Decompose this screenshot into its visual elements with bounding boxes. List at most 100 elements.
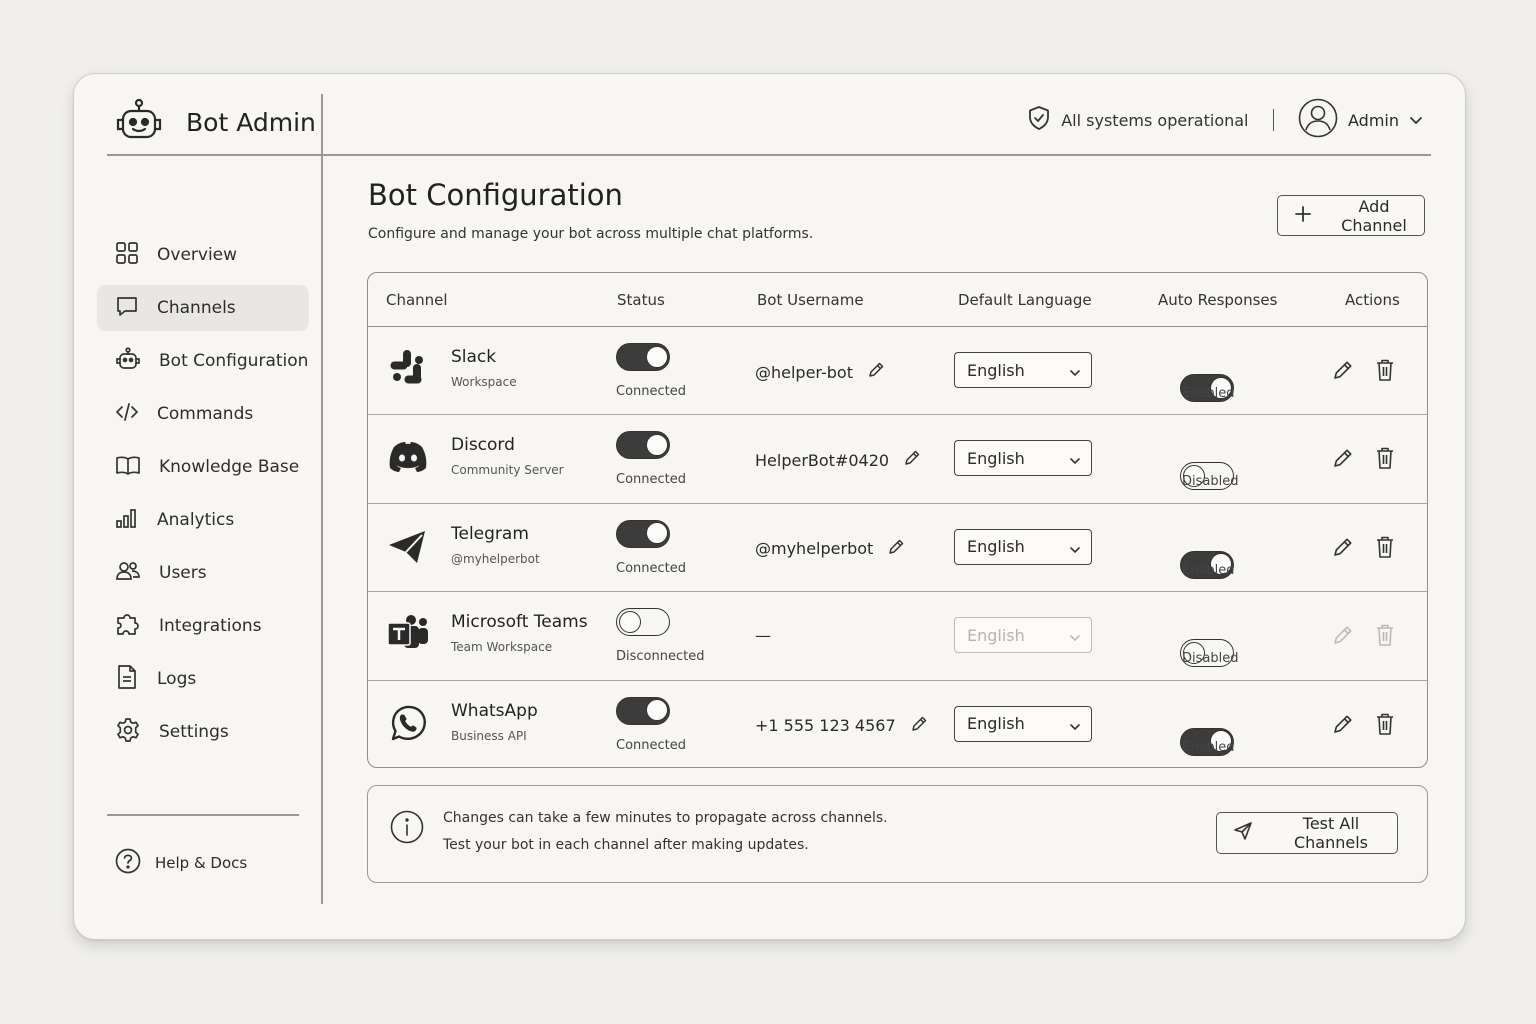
table-row: WhatsApp Business API Connected +1 555 1… <box>368 681 1427 767</box>
bot-username: HelperBot#0420 <box>755 449 921 471</box>
sidebar-item-knowledge-base[interactable]: Knowledge Base <box>97 444 309 490</box>
grid-icon <box>115 241 139 270</box>
sidebar-item-bot-configuration[interactable]: Bot Configuration <box>97 338 309 384</box>
test-all-channels-button[interactable]: Test All Channels <box>1216 812 1398 854</box>
status-toggle[interactable] <box>616 608 670 637</box>
language-value: English <box>967 360 1025 380</box>
column-header-default-language: Default Language <box>958 291 1092 309</box>
edit-username-pencil-icon[interactable] <box>910 715 928 737</box>
language-select: English <box>954 617 1092 654</box>
sidebar-item-overview[interactable]: Overview <box>97 232 309 278</box>
column-header-channel: Channel <box>386 291 448 309</box>
bot-username-text: +1 555 123 4567 <box>755 716 896 736</box>
sidebar-separator <box>107 814 299 816</box>
discord-icon <box>386 435 430 479</box>
users-icon <box>115 559 141 588</box>
sidebar-nav: Overview Channels Bot Configuration Comm… <box>97 232 309 762</box>
trash-icon[interactable] <box>1375 446 1395 474</box>
bot-username: +1 555 123 4567 <box>755 715 928 737</box>
gear-icon <box>115 717 141 748</box>
sidebar-item-users[interactable]: Users <box>97 550 309 596</box>
edit-username-pencil-icon[interactable] <box>903 449 921 471</box>
channel-name: WhatsApp <box>451 700 538 721</box>
trash-icon[interactable] <box>1375 712 1395 740</box>
language-select[interactable]: English <box>954 705 1092 742</box>
sidebar-item-logs[interactable]: Logs <box>97 656 309 702</box>
sidebar-item-label: Overview <box>157 245 238 265</box>
column-header-actions: Actions <box>1345 291 1400 309</box>
bot-username: @myhelperbot <box>755 538 905 560</box>
avatar <box>1298 98 1338 142</box>
app-title: Bot Admin <box>186 107 316 137</box>
chevron-down-icon <box>1069 451 1081 470</box>
auto-responses-label: Disabled <box>1182 651 1239 667</box>
book-icon <box>115 453 141 482</box>
app-window: Bot Admin All systems operational Admin <box>73 73 1466 940</box>
sidebar-item-integrations[interactable]: Integrations <box>97 603 309 649</box>
edit-pencil-icon[interactable] <box>1332 359 1354 385</box>
chat-bubble-icon <box>115 294 139 323</box>
table-row: Discord Community Server Connected Helpe… <box>368 415 1427 504</box>
trash-icon[interactable] <box>1375 535 1395 563</box>
channel-name: Telegram <box>451 523 529 544</box>
system-status: All systems operational <box>1027 105 1249 135</box>
sidebar-item-channels[interactable]: Channels <box>97 285 309 331</box>
system-status-text: All systems operational <box>1061 110 1249 130</box>
trash-icon[interactable] <box>1375 358 1395 386</box>
channel-subtitle: @myhelperbot <box>451 551 540 566</box>
question-circle-icon <box>115 848 141 878</box>
language-value: English <box>967 714 1025 734</box>
chevron-down-icon <box>1409 111 1423 130</box>
bot-username: — <box>755 626 771 645</box>
status-label: Connected <box>616 384 687 399</box>
table-row: Microsoft Teams Team Workspace Disconnec… <box>368 592 1427 681</box>
language-value: English <box>967 537 1025 557</box>
edit-pencil-icon[interactable] <box>1332 536 1354 562</box>
edit-username-pencil-icon[interactable] <box>887 538 905 560</box>
table-row: Slack Workspace Connected @helper-bot En… <box>368 327 1427 416</box>
brand[interactable]: Bot Admin <box>114 98 316 146</box>
sidebar-item-settings[interactable]: Settings <box>97 709 309 755</box>
whatsapp-icon <box>386 701 430 745</box>
sidebar-item-commands[interactable]: Commands <box>97 391 309 437</box>
robot-logo-icon <box>114 98 164 146</box>
bot-username-text: HelperBot#0420 <box>755 450 890 470</box>
bot-username-text: @helper-bot <box>755 362 853 382</box>
page-subtitle: Configure and manage your bot across mul… <box>368 226 814 242</box>
user-name: Admin <box>1348 110 1399 130</box>
sidebar-item-label: Channels <box>157 298 236 318</box>
teams-icon <box>386 612 430 656</box>
language-select[interactable]: English <box>954 440 1092 477</box>
status-label: Connected <box>616 472 687 488</box>
table-row: Telegram @myhelperbot Connected @myhelpe… <box>368 504 1427 593</box>
info-text-line1: Changes can take a few minutes to propag… <box>443 810 888 826</box>
help-docs-link[interactable]: Help & Docs <box>115 848 247 878</box>
sidebar-item-label: Knowledge Base <box>159 457 300 477</box>
status-toggle[interactable] <box>616 519 670 548</box>
status-toggle[interactable] <box>616 431 670 460</box>
add-channel-button[interactable]: Add Channel <box>1277 195 1425 236</box>
channel-subtitle: Business API <box>451 728 527 743</box>
sidebar-item-analytics[interactable]: Analytics <box>97 497 309 543</box>
language-select[interactable]: English <box>954 352 1092 388</box>
sidebar-divider <box>321 94 323 904</box>
edit-pencil-icon[interactable] <box>1332 447 1354 473</box>
help-docs-label: Help & Docs <box>155 854 248 872</box>
status-toggle[interactable] <box>616 343 670 371</box>
edit-username-pencil-icon[interactable] <box>867 361 885 383</box>
user-menu[interactable]: Admin <box>1298 98 1423 142</box>
channel-name: Microsoft Teams <box>451 612 588 633</box>
info-notice: Changes can take a few minutes to propag… <box>367 785 1428 883</box>
telegram-icon <box>386 524 430 568</box>
table-header: Channel Status Bot Username Default Lang… <box>368 273 1427 327</box>
code-icon <box>115 400 139 429</box>
language-select[interactable]: English <box>954 528 1092 565</box>
plus-icon <box>1294 205 1312 227</box>
puzzle-icon <box>115 611 141 642</box>
channel-name: Discord <box>451 435 515 456</box>
sidebar-item-label: Logs <box>157 669 197 689</box>
status-toggle[interactable] <box>616 696 670 725</box>
send-icon <box>1233 821 1253 845</box>
edit-pencil-icon[interactable] <box>1332 713 1354 739</box>
column-header-status: Status <box>617 291 665 309</box>
